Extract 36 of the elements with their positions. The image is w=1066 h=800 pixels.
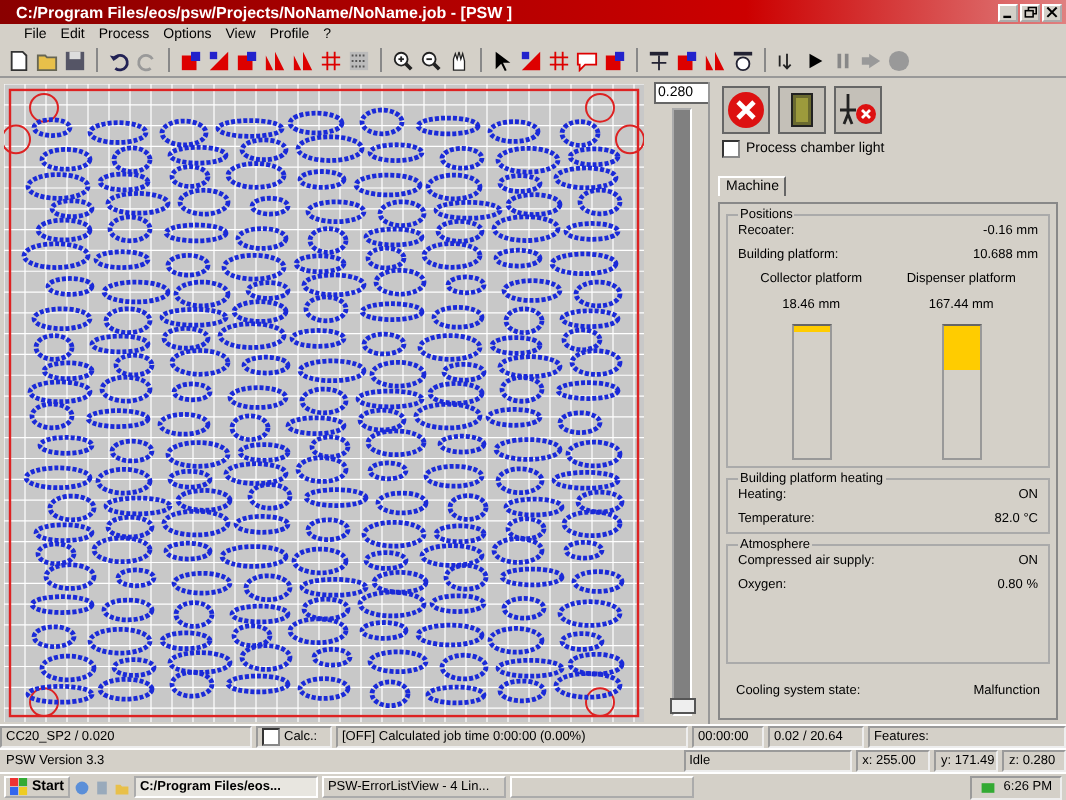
chamber-light-checkbox[interactable] (722, 140, 740, 158)
triangle-icon[interactable] (520, 49, 542, 71)
square-icon[interactable] (676, 49, 698, 71)
zoom-in-icon[interactable] (392, 49, 414, 71)
grid-icon[interactable] (320, 49, 342, 71)
cancel-icon (726, 90, 766, 130)
window-title: C:/Program Files/eos/psw/Projects/NoName/NoName.job - [PSW ] (16, 3, 513, 21)
grid-icon[interactable] (548, 49, 570, 71)
undo-icon[interactable] (108, 49, 130, 71)
minimize-icon[interactable] (998, 3, 1018, 21)
laser-cancel-icon (838, 90, 878, 130)
windows-flag-icon (10, 778, 28, 796)
bars-icon[interactable] (292, 49, 314, 71)
crosshair-icon[interactable] (648, 49, 670, 71)
square-icon[interactable] (180, 49, 202, 71)
bars-icon[interactable] (264, 49, 286, 71)
save-icon[interactable] (64, 49, 86, 71)
triangle-icon[interactable] (208, 49, 230, 71)
dotted-pattern-icon[interactable] (348, 49, 370, 71)
door-button[interactable] (778, 86, 826, 134)
clock-icon[interactable] (732, 49, 754, 71)
new-document-icon[interactable] (8, 49, 30, 71)
play-icon[interactable] (804, 49, 826, 71)
restore-icon[interactable] (1020, 3, 1040, 21)
hand-icon[interactable] (448, 49, 470, 71)
close-icon[interactable] (1042, 3, 1062, 21)
pointer-icon[interactable] (492, 49, 514, 71)
folder-icon[interactable] (36, 49, 58, 71)
calc-checkbox[interactable] (262, 728, 280, 746)
square-icon[interactable] (604, 49, 626, 71)
abort-button[interactable] (722, 86, 770, 134)
slider-thumb[interactable] (670, 698, 696, 714)
zoom-out-icon[interactable] (420, 49, 442, 71)
square-icon[interactable] (236, 49, 258, 71)
laser-off-button[interactable] (834, 86, 882, 134)
speech-bubble-icon[interactable] (576, 49, 598, 71)
